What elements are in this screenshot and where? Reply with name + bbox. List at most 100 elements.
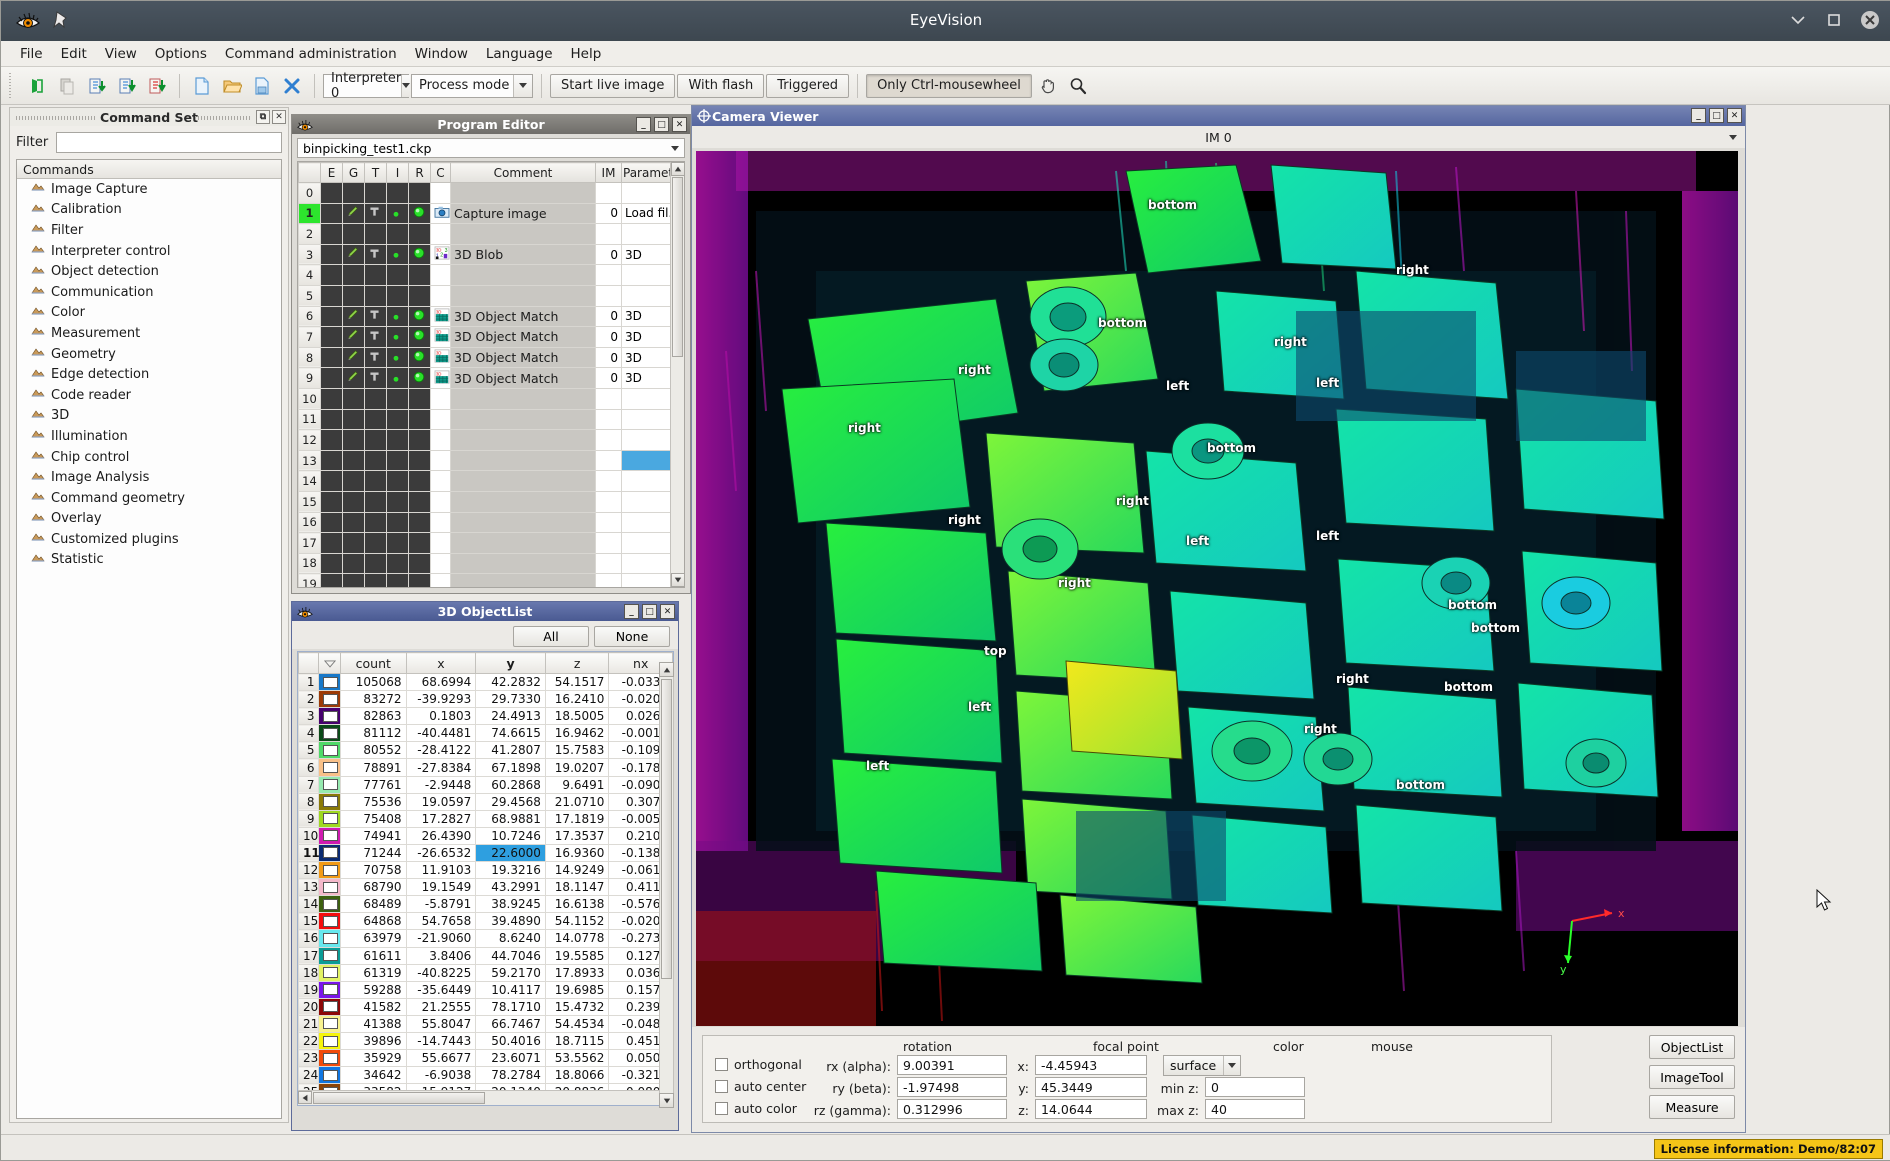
program-row[interactable]: 6 3D 3D Object Match 0 3D — [298, 305, 684, 328]
program-row[interactable]: 13 — [298, 449, 684, 472]
objectlist-color-swatch[interactable] — [318, 707, 341, 726]
objectlist-y[interactable]: 78.1710 — [475, 997, 546, 1016]
only-ctrl-mousewheel-button[interactable]: Only Ctrl-mousewheel — [866, 73, 1032, 98]
objectlist-y[interactable]: 22.6000 — [475, 843, 546, 863]
command-item-communication[interactable]: Communication — [17, 282, 281, 303]
program-cell-i[interactable] — [386, 284, 409, 307]
objectlist-row[interactable]: 2 83272 -39.9293 29.7330 16.2410 -0.0203 — [298, 690, 673, 709]
program-cell-i[interactable] — [386, 470, 409, 492]
object-list-hscrollbar[interactable] — [298, 1090, 673, 1105]
program-cell-e[interactable] — [320, 264, 343, 286]
copy-icon[interactable] — [53, 72, 81, 100]
command-item-command-geometry[interactable]: Command geometry — [17, 488, 281, 509]
program-row[interactable]: 9 3D 3D Object Match 0 3D — [298, 367, 684, 389]
program-cell-c[interactable]: 3D — [430, 367, 451, 389]
objectlist-row[interactable]: 16 63979 -21.9060 8.6240 14.0778 -0.2737 — [298, 929, 673, 948]
program-cell-i[interactable] — [386, 449, 409, 472]
program-cell-t[interactable] — [364, 573, 387, 587]
program-cell-r[interactable] — [408, 429, 431, 451]
program-comment[interactable] — [450, 387, 596, 410]
program-cell-c[interactable]: 3D 1 2 3 — [430, 243, 451, 266]
step-over-icon[interactable] — [113, 72, 141, 100]
objectlist-color-swatch[interactable] — [318, 792, 341, 811]
step-out-icon[interactable] — [143, 72, 171, 100]
program-cell-c[interactable] — [430, 470, 451, 492]
program-cell-e[interactable] — [320, 470, 343, 492]
program-cell-i[interactable] — [386, 243, 409, 266]
program-cell-t[interactable] — [364, 284, 387, 307]
program-cell-c[interactable] — [430, 408, 451, 431]
program-cell-e[interactable] — [320, 223, 343, 245]
open-file-icon[interactable] — [218, 72, 246, 100]
program-cell-t[interactable] — [364, 511, 387, 534]
menu-file[interactable]: File — [11, 43, 52, 65]
max-z-input[interactable]: 40 — [1205, 1099, 1305, 1119]
command-item-geometry[interactable]: Geometry — [17, 344, 281, 365]
objectlist-row[interactable]: 17 61611 3.8406 44.7046 19.5585 0.1271 — [298, 946, 673, 965]
program-file-select[interactable]: binpicking_test1.ckp — [297, 138, 685, 158]
program-comment[interactable] — [450, 511, 596, 534]
command-item-color[interactable]: Color — [17, 303, 281, 324]
object-list-hscroll-thumb[interactable] — [313, 1092, 485, 1104]
program-cell-g[interactable] — [342, 552, 365, 575]
program-cell-c[interactable] — [430, 511, 451, 534]
program-cell-e[interactable] — [320, 532, 343, 554]
program-comment[interactable] — [450, 573, 596, 587]
command-item-measurement[interactable]: Measurement — [17, 323, 281, 344]
start-live-image-button[interactable]: Start live image — [550, 73, 676, 98]
program-comment[interactable] — [450, 449, 596, 472]
objectlist-color-swatch[interactable] — [318, 672, 341, 692]
menu-help[interactable]: Help — [562, 43, 611, 65]
scroll-up-icon[interactable] — [671, 162, 684, 176]
program-cell-r[interactable] — [408, 449, 431, 472]
menu-language[interactable]: Language — [477, 43, 562, 65]
objectlist-color-swatch[interactable] — [318, 809, 341, 828]
program-cell-i[interactable] — [386, 490, 409, 513]
objectlist-row[interactable]: 19 59288 -35.6449 10.4117 19.6985 0.1579 — [298, 980, 673, 999]
program-cell-c[interactable] — [430, 387, 451, 410]
magnifier-icon[interactable] — [1064, 72, 1092, 100]
program-cell-c[interactable]: 3D — [430, 326, 451, 348]
close-icon[interactable] — [278, 72, 306, 100]
program-row[interactable]: 19 — [298, 573, 684, 587]
maximize-button[interactable] — [1823, 9, 1845, 31]
program-cell-g[interactable] — [342, 223, 365, 245]
program-cell-r[interactable] — [408, 182, 431, 204]
menu-command-administration[interactable]: Command administration — [216, 43, 406, 65]
command-item-illumination[interactable]: Illumination — [17, 426, 281, 447]
objectlist-row[interactable]: 22 39896 -14.7443 50.4016 18.7115 0.4517 — [298, 1031, 673, 1051]
program-row[interactable]: 15 — [298, 490, 684, 513]
menu-view[interactable]: View — [96, 43, 146, 65]
program-cell-g[interactable] — [342, 243, 365, 266]
program-row[interactable]: 7 3D 3D Object Match 0 3D — [298, 326, 684, 348]
object-list-vscroll-thumb[interactable] — [661, 679, 672, 979]
program-cell-e[interactable] — [320, 429, 343, 451]
program-cell-r[interactable] — [408, 408, 431, 431]
program-cell-e[interactable] — [320, 202, 343, 225]
program-cell-i[interactable] — [386, 573, 409, 587]
object-list-vscrollbar[interactable] — [659, 662, 674, 1108]
program-cell-i[interactable] — [386, 511, 409, 534]
program-comment[interactable]: 3D Object Match — [450, 326, 596, 348]
objectlist-col-count[interactable]: count — [340, 652, 407, 674]
objectlist-y[interactable]: 38.9245 — [475, 895, 546, 914]
close-button[interactable] — [1859, 9, 1881, 31]
program-row[interactable]: 0 — [298, 182, 684, 204]
program-cell-t[interactable] — [364, 449, 387, 472]
program-cell-c[interactable] — [430, 532, 451, 554]
scroll-down-icon[interactable] — [659, 1093, 674, 1108]
scroll-down-icon[interactable] — [671, 573, 684, 587]
camera-viewer-minimize[interactable]: _ — [1691, 108, 1706, 123]
program-row[interactable]: 10 — [298, 387, 684, 410]
program-comment[interactable] — [450, 490, 596, 513]
program-comment[interactable] — [450, 470, 596, 492]
objectlist-color-swatch[interactable] — [318, 741, 341, 760]
program-cell-t[interactable] — [364, 532, 387, 554]
command-item-customized-plugins[interactable]: Customized plugins — [17, 529, 281, 550]
sort-triangle-icon[interactable] — [318, 652, 341, 674]
objectlist-y[interactable]: 23.6071 — [475, 1049, 546, 1068]
program-editor-close[interactable]: ✕ — [672, 117, 687, 132]
objectlist-row[interactable]: 3 82863 0.1803 24.4913 18.5005 0.0264 — [298, 707, 673, 726]
program-cell-g[interactable] — [342, 490, 365, 513]
objectlist-row[interactable]: 4 81112 -40.4481 74.6615 16.9462 -0.0015 — [298, 724, 673, 743]
